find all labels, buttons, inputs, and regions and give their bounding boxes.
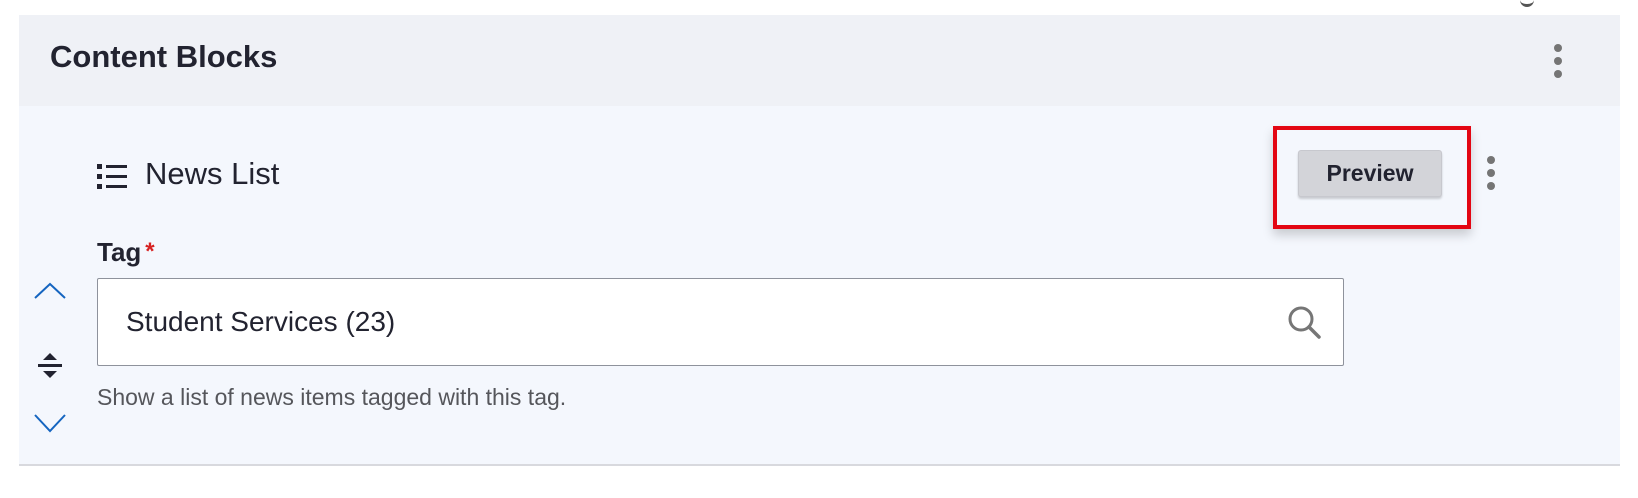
- preview-button[interactable]: Preview: [1298, 150, 1442, 197]
- block-title: News List: [145, 156, 280, 191]
- kebab-icon: [1487, 156, 1495, 164]
- content-blocks-header: Content Blocks: [19, 15, 1620, 106]
- cropped-glyph: [1520, 0, 1534, 7]
- drag-handle-icon: [38, 353, 62, 378]
- tag-field: [97, 278, 1344, 366]
- page-top-edge: [0, 0, 1638, 15]
- chevron-up-icon: [34, 282, 66, 299]
- tag-input[interactable]: [126, 279, 1266, 364]
- kebab-icon: [1554, 70, 1562, 78]
- tag-field-description: Show a list of news items tagged with th…: [97, 384, 567, 410]
- required-marker: *: [145, 238, 155, 265]
- block-menu-button[interactable]: [1481, 156, 1501, 190]
- kebab-icon: [1487, 169, 1495, 177]
- search-icon: [1288, 306, 1321, 339]
- list-icon: [97, 164, 127, 189]
- kebab-icon: [1487, 182, 1495, 190]
- panel-title: Content Blocks: [50, 39, 278, 74]
- chevron-down-icon: [34, 414, 66, 433]
- drag-handle-button[interactable]: [33, 351, 67, 381]
- move-down-button[interactable]: [33, 409, 67, 439]
- move-up-button[interactable]: [33, 276, 67, 306]
- kebab-icon: [1554, 44, 1562, 52]
- panel-menu-button[interactable]: [1548, 44, 1568, 78]
- tag-label-text: Tag: [97, 237, 142, 267]
- kebab-icon: [1554, 57, 1562, 65]
- tag-field-label: Tag *: [97, 236, 155, 270]
- news-list-block: News List Preview Tag* Show a list of ne…: [19, 106, 1620, 466]
